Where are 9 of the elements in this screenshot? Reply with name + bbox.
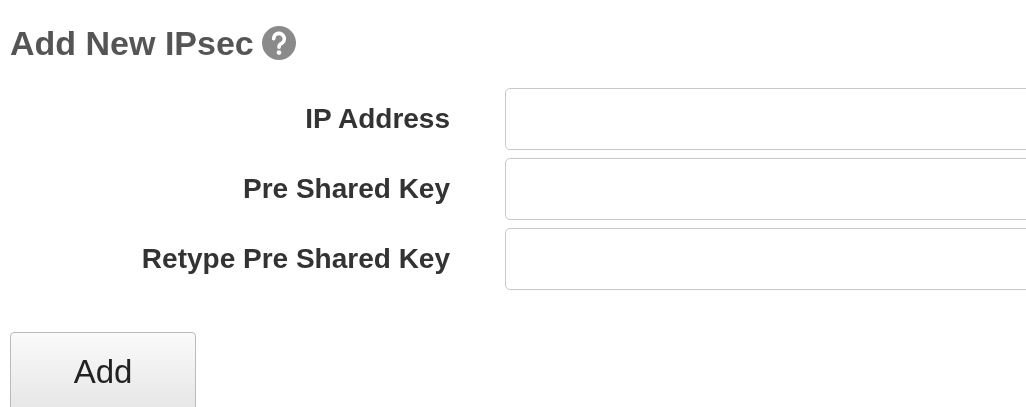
add-button[interactable]: Add bbox=[10, 332, 196, 407]
field-label: Retype Pre Shared Key bbox=[140, 243, 450, 275]
input-field[interactable] bbox=[505, 158, 1026, 220]
input-field[interactable] bbox=[505, 88, 1026, 150]
field-label: Pre Shared Key bbox=[242, 173, 450, 205]
input-field[interactable] bbox=[505, 228, 1026, 290]
form-title: Add New IPsec bbox=[10, 23, 254, 63]
help-icon[interactable] bbox=[261, 26, 296, 60]
field-label: IP Address bbox=[304, 103, 450, 135]
